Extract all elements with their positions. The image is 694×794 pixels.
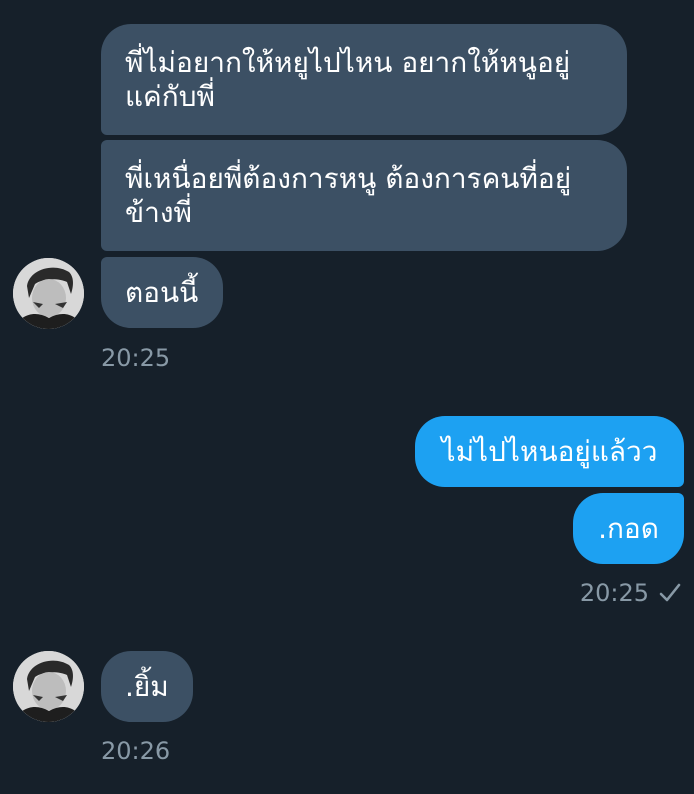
message-bubble-incoming[interactable]: พี่เหนื่อยพี่ต้องการหนู ต้องการคนที่อยู่…: [101, 140, 627, 251]
avatar-photo: [13, 258, 84, 329]
message-timestamp: 20:26: [101, 737, 171, 765]
message-text: ไม่ไปไหนอยู่แล้วว: [441, 435, 658, 468]
message-bubble-incoming[interactable]: พี่ไม่อยากให้หยูไปไหน อยากให้หนูอยู่แค่ก…: [101, 24, 627, 135]
message-timestamp: 20:25: [579, 579, 649, 607]
message-text: .ยิ้ม: [125, 670, 169, 703]
message-text: ตอนนี้: [125, 276, 199, 309]
message-text: พี่ไม่อยากให้หยูไปไหน อยากให้หนูอยู่แค่ก…: [125, 46, 571, 113]
message-bubble-outgoing[interactable]: ไม่ไปไหนอยู่แล้วว: [415, 416, 684, 487]
contact-avatar[interactable]: [13, 258, 84, 329]
contact-avatar[interactable]: [13, 651, 84, 722]
message-bubble-incoming[interactable]: .ยิ้ม: [101, 651, 193, 722]
message-text: .กอด: [598, 512, 659, 545]
message-bubble-outgoing[interactable]: .กอด: [573, 493, 684, 564]
message-timestamp: 20:25: [101, 344, 171, 372]
avatar-photo: [13, 651, 84, 722]
message-text: พี่เหนื่อยพี่ต้องการหนู ต้องการคนที่อยู่…: [125, 162, 572, 229]
checkmark-icon: [659, 583, 681, 602]
message-bubble-incoming[interactable]: ตอนนี้: [101, 257, 223, 328]
conversation-view: พี่ไม่อยากให้หยูไปไหน อยากให้หนูอยู่แค่ก…: [0, 0, 694, 794]
